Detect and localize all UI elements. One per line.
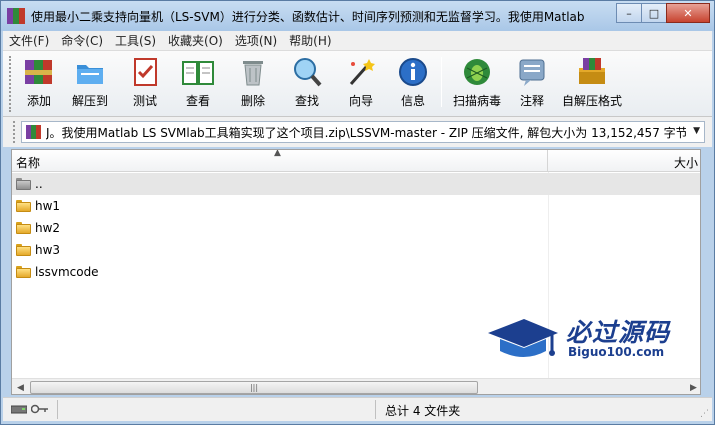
- wizard-label: 向导: [348, 94, 373, 108]
- column-size-label: 大小: [673, 156, 698, 170]
- view-button[interactable]: 查看: [171, 51, 225, 115]
- test-button[interactable]: 测试: [119, 51, 171, 115]
- status-divider: [57, 400, 58, 419]
- view-label: 查看: [185, 94, 210, 108]
- status-summary: 总计 4 文件夹: [385, 404, 461, 418]
- add-button[interactable]: 添加: [17, 51, 61, 115]
- sfx-button[interactable]: 自解压格式: [556, 51, 628, 115]
- horizontal-scrollbar[interactable]: ◀ ||| ▶: [12, 378, 700, 394]
- info-label: 信息: [400, 94, 425, 108]
- info-icon: [396, 55, 430, 89]
- parent-folder-icon: [16, 178, 31, 190]
- folder-icon: [16, 266, 31, 278]
- add-archive-icon: [22, 55, 56, 89]
- sfx-label: 自解压格式: [561, 94, 622, 108]
- file-name: hw2: [35, 221, 61, 235]
- graduation-cap-icon: [488, 319, 558, 357]
- list-item[interactable]: hw2: [12, 217, 548, 239]
- toolbar: 添加 解压到 测试 查看 删除 查找 向导 信息 扫描病毒 注释 自解压格式: [3, 51, 712, 117]
- winrar-logo-icon: [7, 7, 25, 25]
- menu-help[interactable]: 帮助(H): [283, 32, 337, 49]
- find-icon: [290, 55, 324, 89]
- file-name: ..: [35, 177, 43, 191]
- status-divider: [375, 400, 376, 419]
- add-label: 添加: [26, 94, 51, 108]
- comment-button[interactable]: 注释: [508, 51, 556, 115]
- menu-file[interactable]: 文件(F): [3, 32, 55, 49]
- find-button[interactable]: 查找: [281, 51, 333, 115]
- comment-icon: [515, 55, 549, 89]
- menu-favorites[interactable]: 收藏夹(O): [162, 32, 229, 49]
- menu-options[interactable]: 选项(N): [229, 32, 283, 49]
- extract-to-icon: [73, 55, 107, 89]
- test-icon: [128, 55, 162, 89]
- info-button[interactable]: 信息: [389, 51, 437, 115]
- delete-button[interactable]: 删除: [225, 51, 281, 115]
- extract-to-label: 解压到: [71, 94, 108, 108]
- winrar-window: 使用最小二乘支持向量机（LS-SVM）进行分类、函数估计、时间序列预测和无监督学…: [0, 0, 715, 425]
- list-item-parent[interactable]: ..: [12, 173, 700, 195]
- find-label: 查找: [294, 94, 319, 108]
- scroll-thumb[interactable]: |||: [30, 381, 478, 394]
- close-button[interactable]: ✕: [666, 3, 710, 23]
- list-item[interactable]: hw1: [12, 195, 548, 217]
- comment-label: 注释: [519, 94, 544, 108]
- window-title: 使用最小二乘支持向量机（LS-SVM）进行分类、函数估计、时间序列预测和无监督学…: [31, 9, 585, 24]
- sfx-icon: [575, 55, 609, 89]
- status-bar: 总计 4 文件夹 ⋰: [3, 397, 712, 421]
- sort-ascending-icon: ▲: [274, 149, 281, 158]
- watermark-cn: 必过源码: [566, 318, 671, 347]
- view-icon: [181, 55, 215, 89]
- address-bar: J。我使用Matlab LS SVMlab工具箱实现了这个项目.zip\LSSV…: [3, 117, 712, 147]
- virus-scan-label: 扫描病毒: [452, 94, 501, 108]
- key-icon[interactable]: [31, 403, 49, 415]
- resize-grip-icon[interactable]: ⋰: [700, 409, 709, 419]
- title-bar[interactable]: 使用最小二乘支持向量机（LS-SVM）进行分类、函数估计、时间序列预测和无监督学…: [1, 1, 714, 31]
- wizard-icon: [344, 55, 378, 89]
- archive-icon: [26, 125, 42, 139]
- file-name: lssvmcode: [35, 265, 99, 279]
- folder-icon: [16, 200, 31, 212]
- menu-tools[interactable]: 工具(S): [109, 32, 162, 49]
- list-item[interactable]: hw3: [12, 239, 548, 261]
- delete-label: 删除: [240, 94, 265, 108]
- folder-icon: [16, 244, 31, 256]
- toolbar-grip[interactable]: [9, 56, 13, 112]
- menu-bar: 文件(F) 命令(C) 工具(S) 收藏夹(O) 选项(N) 帮助(H): [3, 31, 712, 51]
- address-dropdown-icon[interactable]: ▼: [693, 126, 700, 136]
- list-item[interactable]: lssvmcode: [12, 261, 548, 283]
- address-field[interactable]: J。我使用Matlab LS SVMlab工具箱实现了这个项目.zip\LSSV…: [21, 121, 705, 143]
- toolbar-separator: [441, 57, 442, 107]
- watermark: 必过源码 Biguo100.com: [486, 313, 696, 363]
- column-header: 名称 ▲ 大小: [12, 150, 700, 172]
- drive-icon[interactable]: [11, 403, 27, 415]
- address-grip[interactable]: [13, 121, 17, 143]
- file-name: hw1: [35, 199, 61, 213]
- scroll-left-icon[interactable]: ◀: [12, 379, 29, 394]
- minimize-button[interactable]: –: [616, 3, 642, 23]
- extract-to-button[interactable]: 解压到: [61, 51, 119, 115]
- delete-icon: [236, 55, 270, 89]
- scroll-right-icon[interactable]: ▶: [685, 379, 700, 394]
- menu-commands[interactable]: 命令(C): [55, 32, 109, 49]
- wizard-button[interactable]: 向导: [333, 51, 389, 115]
- column-name-label: 名称: [16, 156, 41, 170]
- address-path: J。我使用Matlab LS SVMlab工具箱实现了这个项目.zip\LSSV…: [46, 125, 686, 140]
- column-name[interactable]: 名称 ▲: [12, 150, 548, 172]
- virus-scan-button[interactable]: 扫描病毒: [446, 51, 508, 115]
- test-label: 测试: [132, 94, 157, 108]
- maximize-button[interactable]: □: [641, 3, 667, 23]
- folder-icon: [16, 222, 31, 234]
- virus-scan-icon: [460, 55, 494, 89]
- watermark-en: Biguo100.com: [568, 345, 665, 359]
- column-size[interactable]: 大小: [549, 150, 700, 172]
- file-name: hw3: [35, 243, 61, 257]
